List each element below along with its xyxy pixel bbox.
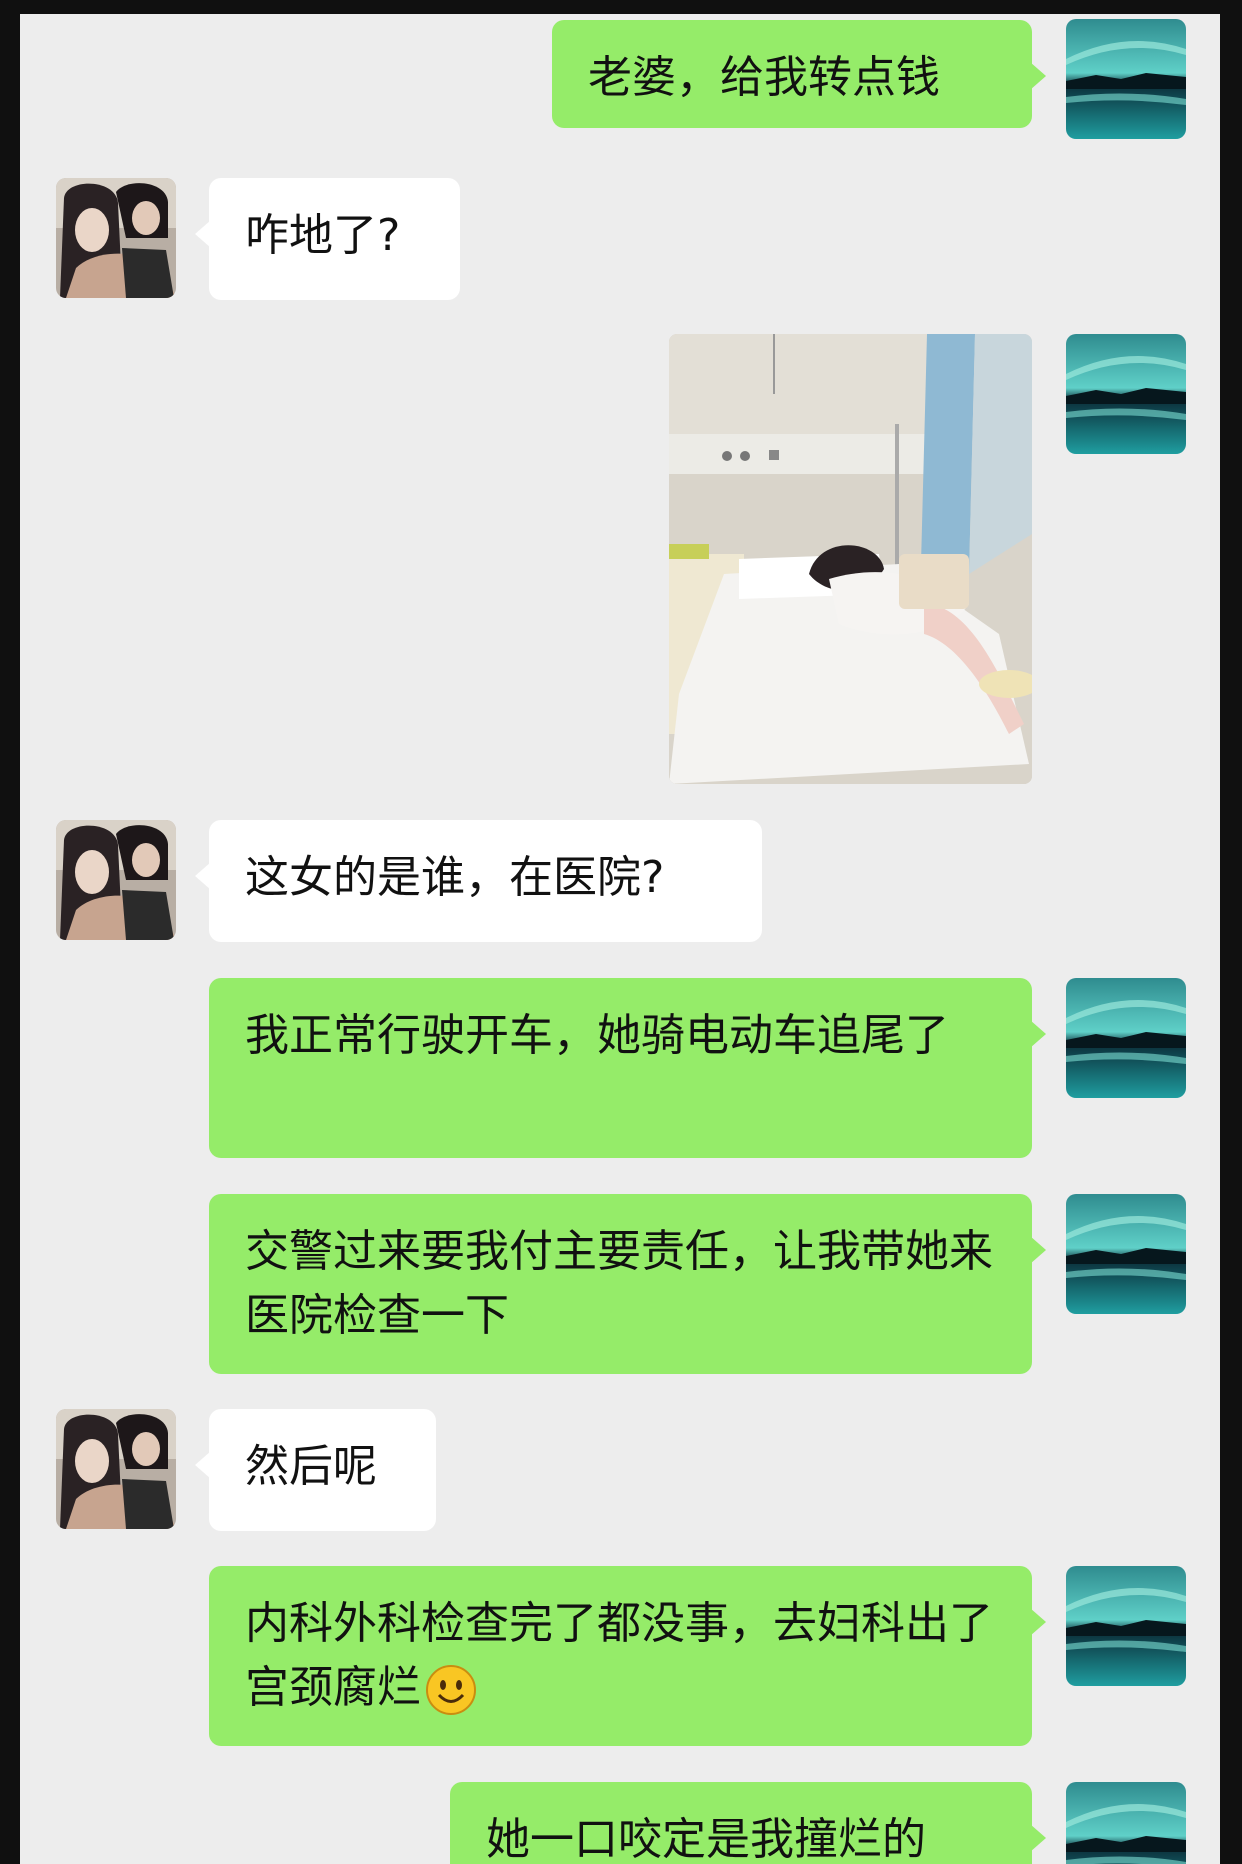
- landscape-icon: [1066, 19, 1186, 139]
- message-bubble-received[interactable]: 这女的是谁，在医院?: [195, 820, 762, 942]
- message-bubble-sent[interactable]: 交警过来要我付主要责任，让我带她来医院检查一下: [209, 1194, 1046, 1374]
- message-text: 交警过来要我付主要责任，让我带她来医院检查一下: [245, 1226, 993, 1341]
- landscape-icon: [1066, 334, 1186, 454]
- message-bubble-sent[interactable]: 老婆，给我转点钱: [552, 20, 1046, 128]
- message-bubble-sent[interactable]: 她一口咬定是我撞烂的: [450, 1782, 1046, 1864]
- hospital-bed-photo[interactable]: [669, 334, 1032, 784]
- landscape-icon: [1066, 1194, 1186, 1314]
- message-text: 老婆，给我转点钱: [588, 52, 940, 103]
- message-bubble-sent[interactable]: 内科外科检查完了都没事，去妇科出了宫颈腐烂: [209, 1566, 1046, 1746]
- chat-screen: 老婆，给我转点钱 咋地了? 这女的是谁，在医院? 我正常行驶开车，她骑电动车追尾…: [20, 14, 1220, 1864]
- contact-avatar[interactable]: [56, 178, 176, 298]
- message-bubble-received[interactable]: 咋地了?: [195, 178, 460, 300]
- couple-photo-icon: [56, 178, 176, 298]
- message-text: 她一口咬定是我撞烂的: [486, 1814, 926, 1864]
- message-text: 我正常行驶开车，她骑电动车追尾了: [245, 1010, 949, 1061]
- my-avatar[interactable]: [1066, 978, 1186, 1098]
- landscape-icon: [1066, 978, 1186, 1098]
- message-text: 咋地了?: [245, 210, 401, 261]
- couple-photo-icon: [56, 1409, 176, 1529]
- message-text: 这女的是谁，在医院?: [245, 852, 665, 903]
- my-avatar[interactable]: [1066, 1194, 1186, 1314]
- my-avatar[interactable]: [1066, 1566, 1186, 1686]
- my-avatar[interactable]: [1066, 19, 1186, 139]
- landscape-icon: [1066, 1782, 1186, 1864]
- message-text: 内科外科检查完了都没事，去妇科出了宫颈腐烂: [245, 1598, 993, 1713]
- couple-photo-icon: [56, 820, 176, 940]
- smile-emoji: [425, 1664, 477, 1716]
- message-bubble-received[interactable]: 然后呢: [195, 1409, 436, 1531]
- contact-avatar[interactable]: [56, 1409, 176, 1529]
- my-avatar[interactable]: [1066, 334, 1186, 454]
- message-bubble-sent[interactable]: 我正常行驶开车，她骑电动车追尾了: [209, 978, 1046, 1158]
- my-avatar[interactable]: [1066, 1782, 1186, 1864]
- landscape-icon: [1066, 1566, 1186, 1686]
- message-text: 然后呢: [245, 1441, 377, 1492]
- contact-avatar[interactable]: [56, 820, 176, 940]
